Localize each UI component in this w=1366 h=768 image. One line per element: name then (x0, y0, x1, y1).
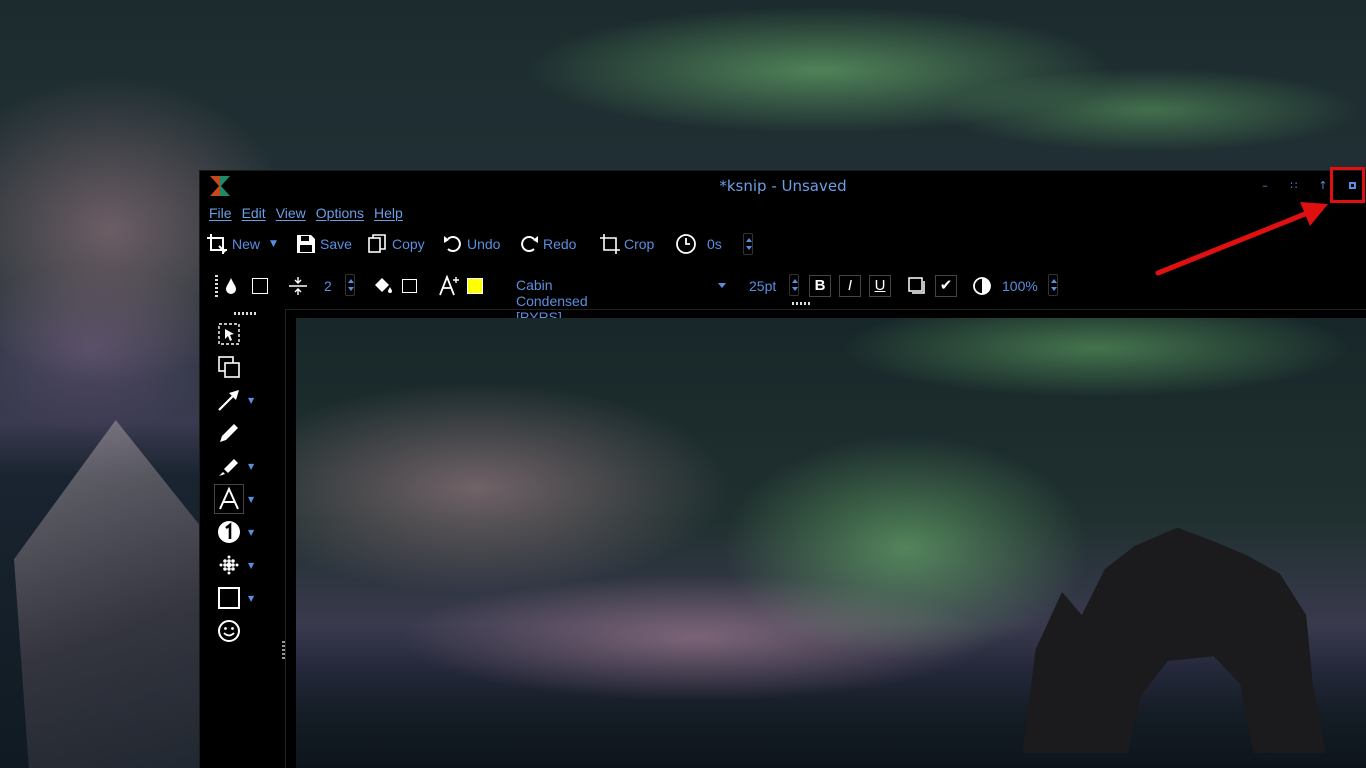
font-size-value: 25pt (749, 278, 777, 294)
text-color-button[interactable] (467, 273, 483, 299)
color-swatch (252, 278, 268, 294)
annotation-highlight-box (1330, 167, 1365, 203)
underline-button[interactable]: U (869, 273, 891, 299)
select-icon (218, 323, 240, 345)
redo-button[interactable]: Redo (519, 231, 576, 257)
sidebar-drag-handle[interactable] (234, 312, 258, 315)
tool-arrow[interactable] (214, 385, 244, 415)
save-button[interactable]: Save (296, 231, 352, 257)
delay-spinner[interactable] (743, 233, 753, 255)
tool-duplicate[interactable] (214, 352, 244, 382)
undo-button[interactable]: Undo (443, 231, 500, 257)
fill-type-control[interactable] (224, 273, 238, 299)
undo-label: Undo (467, 236, 501, 252)
rectangle-icon (218, 587, 240, 609)
arrow-icon (218, 390, 239, 411)
blur-icon (219, 555, 239, 575)
bold-button[interactable]: B (809, 273, 831, 299)
splitter-handle[interactable] (282, 641, 285, 659)
width-icon (289, 277, 307, 295)
shadow-icon (908, 277, 925, 294)
annotation-arrow-icon (1155, 202, 1328, 276)
drop-icon (226, 278, 236, 294)
save-label: Save (320, 236, 352, 252)
tool-pen[interactable] (214, 418, 244, 448)
shadow-checkbox[interactable]: ✔ (935, 273, 957, 299)
underline-icon: U (869, 275, 891, 297)
tool-text[interactable] (214, 484, 244, 514)
menu-options[interactable]: Options (316, 205, 364, 225)
tool-blur[interactable] (214, 550, 244, 580)
text-color-swatch (467, 278, 483, 294)
italic-icon: I (839, 275, 861, 297)
checkmark-icon: ✔ (935, 275, 957, 297)
width-control[interactable]: 2 (288, 273, 332, 299)
crop-icon (600, 234, 620, 254)
chevron-down-icon (718, 283, 726, 288)
border-swatch (402, 279, 417, 293)
delay-control[interactable]: 0s (675, 231, 722, 257)
number-icon (218, 521, 240, 543)
redo-label: Redo (543, 236, 577, 252)
menu-help[interactable]: Help (374, 205, 403, 225)
menu-bar: File Edit View Options Help (209, 205, 413, 225)
chevron-down-icon[interactable]: ▼ (248, 396, 254, 405)
text-color-control[interactable] (438, 273, 460, 299)
crop-button[interactable]: Crop (600, 231, 654, 257)
bold-icon: B (809, 275, 831, 297)
copy-icon (368, 234, 386, 253)
color-picker-button[interactable] (252, 273, 268, 299)
paint-bucket-icon (375, 278, 392, 293)
menu-edit[interactable]: Edit (242, 205, 266, 225)
save-icon (297, 235, 315, 253)
italic-button[interactable]: I (839, 273, 861, 299)
tool-select[interactable] (214, 319, 244, 349)
chevron-down-icon[interactable]: ▼ (248, 594, 254, 603)
tool-rectangle[interactable] (214, 583, 244, 613)
font-selector[interactable]: Cabin Condensed [PYRS] (500, 274, 732, 325)
capture-canvas[interactable] (296, 318, 1366, 768)
chevron-down-icon[interactable]: ▼ (248, 528, 254, 537)
marker-icon (219, 459, 238, 476)
font-size-spinner[interactable] (789, 274, 799, 296)
fill-button[interactable] (372, 273, 394, 299)
opacity-control[interactable]: 100% (972, 273, 1038, 299)
chevron-down-icon[interactable]: ▼ (248, 561, 254, 570)
text-icon (219, 487, 239, 510)
tool-number[interactable] (214, 517, 244, 547)
copy-button[interactable]: Copy (368, 231, 425, 257)
font-size-control[interactable]: 25pt (749, 273, 776, 299)
copy-label: Copy (392, 236, 425, 252)
new-button[interactable]: New ▼ (206, 231, 277, 257)
redo-icon (521, 236, 538, 252)
crop-label: Crop (624, 236, 655, 252)
chevron-down-icon[interactable]: ▼ (248, 495, 254, 504)
shadow-button[interactable] (908, 273, 926, 299)
captured-rock-image (1022, 527, 1326, 753)
new-label: New (232, 236, 261, 252)
chevron-down-icon[interactable]: ▼ (248, 462, 254, 471)
pen-icon (220, 424, 238, 442)
undo-icon (444, 236, 461, 252)
menu-file[interactable]: File (209, 205, 232, 225)
opacity-spinner[interactable] (1048, 274, 1058, 296)
duplicate-icon (218, 356, 240, 378)
new-capture-icon (207, 234, 227, 254)
menu-view[interactable]: View (276, 205, 306, 225)
opacity-icon (973, 277, 991, 295)
width-value: 2 (324, 278, 332, 294)
width-spinner[interactable] (345, 274, 355, 296)
clock-icon (676, 234, 696, 254)
chevron-down-icon[interactable]: ▼ (270, 239, 277, 249)
tool-marker[interactable] (214, 451, 244, 481)
opacity-value: 100% (1002, 278, 1038, 294)
tool-sticker[interactable] (214, 616, 244, 646)
toolbar-resize-handle[interactable] (792, 302, 810, 305)
sticker-icon (218, 620, 240, 642)
border-button[interactable] (402, 273, 417, 299)
delay-value: 0s (707, 236, 722, 252)
tool-sidebar: ▼ ▼ ▼ ▼ ▼ ▼ (208, 316, 268, 766)
font-color-icon (439, 275, 459, 296)
